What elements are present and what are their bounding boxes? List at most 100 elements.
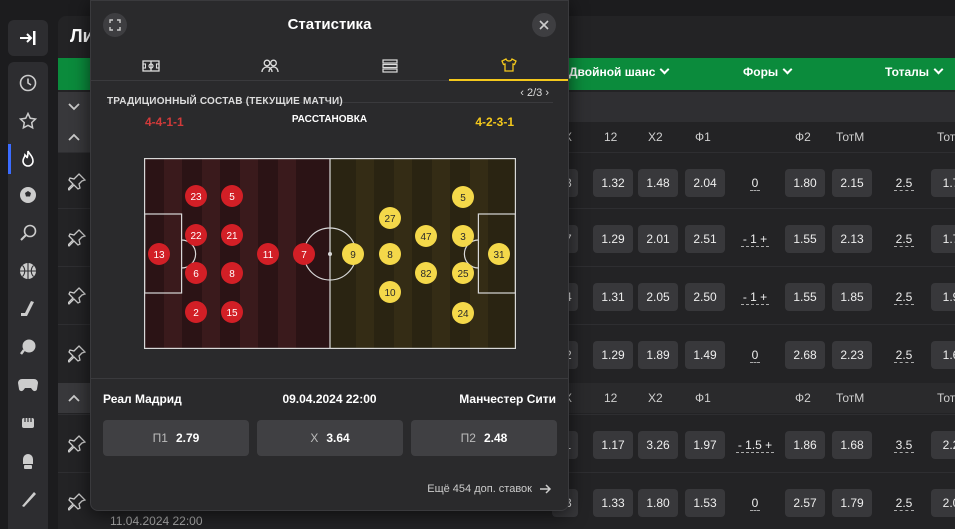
home-player-11: 11 xyxy=(257,243,279,265)
sidebar-item-more[interactable] xyxy=(8,484,48,514)
odd-12[interactable]: 1.17 xyxy=(593,431,633,459)
handicap-label: 0 xyxy=(749,175,761,191)
odd-f2[interactable]: 1.86 xyxy=(785,431,825,459)
handicap-dropdown[interactable]: Форы xyxy=(743,65,791,79)
prev-page-icon[interactable]: ‹ xyxy=(520,87,524,99)
odd-home-win-button[interactable]: П1 2.79 xyxy=(103,420,249,456)
home-player-2: 2 xyxy=(185,301,207,323)
odd-away-win-button[interactable]: П2 2.48 xyxy=(411,420,557,456)
pin-icon[interactable] xyxy=(68,435,86,453)
sidebar-item-basketball[interactable] xyxy=(8,256,48,286)
odd-f1[interactable]: 1.97 xyxy=(685,431,725,459)
sidebar-item-hockey[interactable] xyxy=(8,294,48,324)
collapse-sidebar-button[interactable] xyxy=(8,20,48,56)
away-player-31: 31 xyxy=(488,243,510,265)
odd-f2[interactable]: 2.57 xyxy=(785,489,825,517)
svg-text:10: 10 xyxy=(384,288,396,299)
odd-f1[interactable]: 1.49 xyxy=(685,341,725,369)
star-icon xyxy=(19,112,37,130)
odd-f1[interactable]: 2.04 xyxy=(685,169,725,197)
tab-field[interactable] xyxy=(91,51,210,81)
sidebar-item-boxing[interactable] xyxy=(8,446,48,476)
odd-draw-button[interactable]: Х 3.64 xyxy=(257,420,403,456)
home-player-7: 7 xyxy=(293,243,315,265)
odd-f1[interactable]: 2.50 xyxy=(685,283,725,311)
odd-12[interactable]: 1.33 xyxy=(593,489,633,517)
hockey-stick-icon xyxy=(21,301,34,316)
odd-tot[interactable]: 1.6 xyxy=(931,341,955,369)
collapse-league-button[interactable] xyxy=(58,92,90,122)
center-spot xyxy=(328,252,332,256)
handicap-value: 0 xyxy=(732,341,778,369)
svg-text:2: 2 xyxy=(193,308,199,319)
odd-f2[interactable]: 1.55 xyxy=(785,225,825,253)
odd-totm[interactable]: 2.15 xyxy=(832,169,872,197)
odd-f2[interactable]: 2.68 xyxy=(785,341,825,369)
svg-text:7: 7 xyxy=(301,250,307,261)
total-label: 2.5 xyxy=(893,175,915,191)
odd-totm[interactable]: 1.79 xyxy=(832,489,872,517)
close-button[interactable] xyxy=(532,13,556,37)
svg-text:8: 8 xyxy=(229,269,235,280)
odd-x2[interactable]: 2.01 xyxy=(638,225,678,253)
sidebar-item-hot[interactable] xyxy=(8,144,48,174)
more-bets-link[interactable]: Ещё 454 доп. ставок xyxy=(427,483,552,495)
flame-icon xyxy=(22,150,34,167)
odd-tot[interactable]: 1.7 xyxy=(931,169,955,197)
collapse-league-button[interactable] xyxy=(58,383,90,413)
chevron-down-icon xyxy=(68,103,80,111)
next-page-icon[interactable]: › xyxy=(545,87,549,99)
away-player-10: 10 xyxy=(379,281,401,303)
tab-teams[interactable] xyxy=(210,51,329,81)
sidebar-item-esports[interactable] xyxy=(8,370,48,400)
svg-text:8: 8 xyxy=(387,250,393,261)
svg-text:22: 22 xyxy=(190,231,202,242)
svg-text:47: 47 xyxy=(420,232,432,243)
odd-f1[interactable]: 2.51 xyxy=(685,225,725,253)
pin-icon[interactable] xyxy=(68,287,86,305)
odd-12[interactable]: 1.32 xyxy=(593,169,633,197)
odd-f2[interactable]: 1.80 xyxy=(785,169,825,197)
svg-text:27: 27 xyxy=(384,214,396,225)
sidebar-item-recent[interactable] xyxy=(8,68,48,98)
pin-icon[interactable] xyxy=(68,229,86,247)
totals-dropdown[interactable]: Тоталы xyxy=(885,65,942,79)
odd-x2[interactable]: 1.89 xyxy=(638,341,678,369)
odd-value: 2.79 xyxy=(175,431,200,445)
sidebar-item-mma[interactable] xyxy=(8,408,48,438)
racket-icon xyxy=(20,224,37,241)
collapse-league-button[interactable] xyxy=(58,122,90,152)
tab-lineups[interactable] xyxy=(449,51,568,81)
odd-f1[interactable]: 1.53 xyxy=(685,489,725,517)
odd-x2[interactable]: 1.48 xyxy=(638,169,678,197)
sidebar-item-favorites[interactable] xyxy=(8,106,48,136)
home-player-8: 8 xyxy=(221,262,243,284)
handicap-value: 0 xyxy=(732,489,778,517)
odd-totm[interactable]: 1.68 xyxy=(832,431,872,459)
shirt-icon xyxy=(500,58,517,72)
lineup-pager: ‹ 2/3 › xyxy=(520,87,549,99)
odd-12[interactable]: 1.29 xyxy=(593,225,633,253)
odd-tot[interactable]: 2.2 xyxy=(931,431,955,459)
pin-icon[interactable] xyxy=(68,173,86,191)
double-chance-dropdown[interactable]: Двойной шанс xyxy=(569,65,668,79)
odd-f2[interactable]: 1.55 xyxy=(785,283,825,311)
odd-tot[interactable]: 1.7 xyxy=(931,225,955,253)
odd-12[interactable]: 1.31 xyxy=(593,283,633,311)
sidebar-item-football[interactable] xyxy=(8,180,48,210)
odd-totm[interactable]: 2.13 xyxy=(832,225,872,253)
pin-icon[interactable] xyxy=(68,493,86,511)
odd-tot[interactable]: 1.9 xyxy=(931,283,955,311)
odd-totm[interactable]: 1.85 xyxy=(832,283,872,311)
odd-x2[interactable]: 1.80 xyxy=(638,489,678,517)
tab-list[interactable] xyxy=(330,51,449,81)
odd-tot[interactable]: 2.0 xyxy=(931,489,955,517)
odd-x2[interactable]: 2.05 xyxy=(638,283,678,311)
sidebar-item-table-tennis[interactable] xyxy=(8,332,48,362)
odd-totm[interactable]: 2.23 xyxy=(832,341,872,369)
sidebar-item-tennis[interactable] xyxy=(8,218,48,248)
odd-12[interactable]: 1.29 xyxy=(593,341,633,369)
pin-icon[interactable] xyxy=(68,345,86,363)
list-icon xyxy=(381,59,398,73)
odd-x2[interactable]: 3.26 xyxy=(638,431,678,459)
